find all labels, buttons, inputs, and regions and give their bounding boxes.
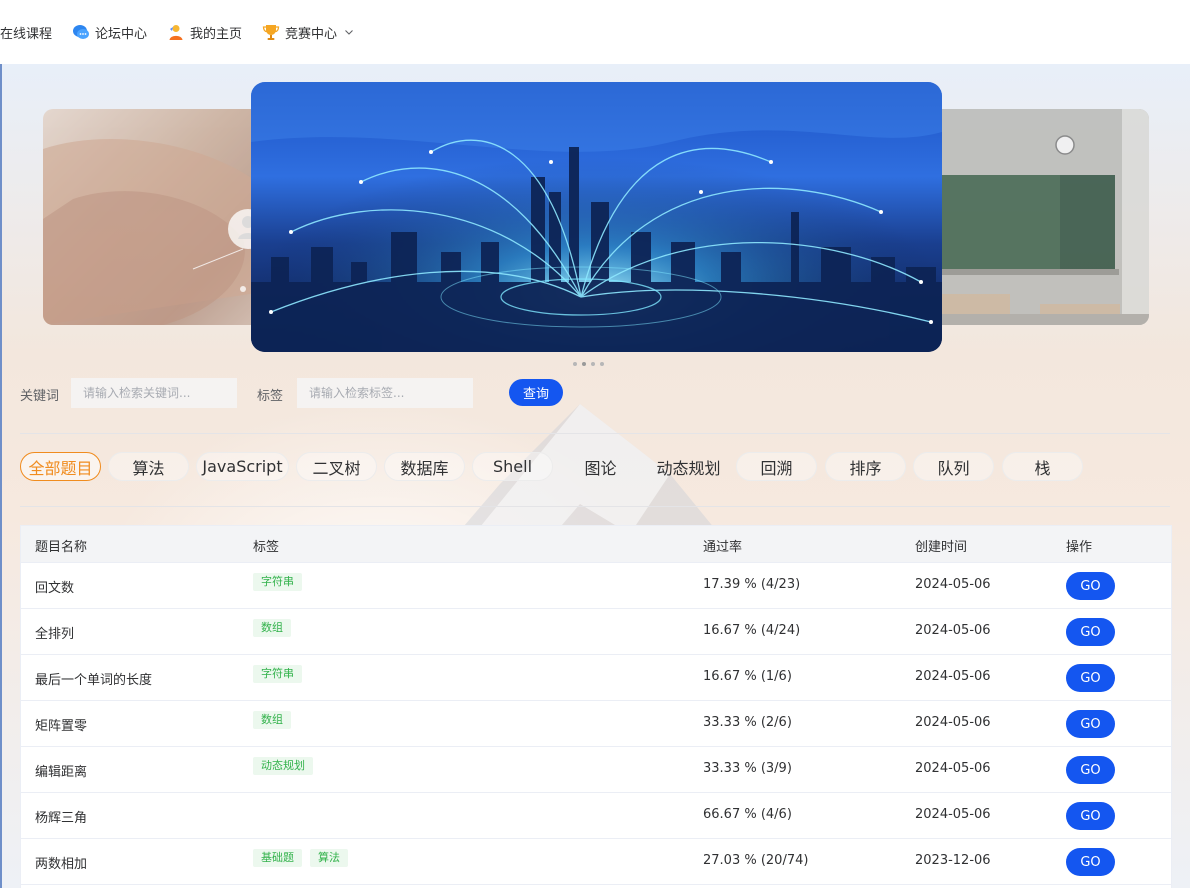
tag-chip: 基础题 — [253, 849, 302, 867]
table-row[interactable]: 回文数 字符串 17.39 % (4/23) 2024-05-06 GO — [21, 563, 1171, 609]
created-date: 2024-05-06 — [915, 715, 991, 730]
pass-rate: 16.67 % (4/24) — [703, 623, 801, 638]
pass-rate: 17.39 % (4/23) — [703, 577, 801, 592]
problem-tags: 数组 — [253, 619, 299, 637]
problem-name: 编辑距离 — [35, 765, 88, 780]
tag-filter-shell[interactable]: Shell — [472, 452, 553, 481]
table-row[interactable]: 矩阵置零 数组 33.33 % (2/6) 2024-05-06 GO — [21, 701, 1171, 747]
pass-rate: 16.67 % (1/6) — [703, 669, 792, 684]
go-button[interactable]: GO — [1066, 572, 1115, 600]
nav-item-courses[interactable]: 在线课程 — [0, 8, 52, 56]
tag-filter-backtracking[interactable]: 回溯 — [736, 452, 817, 481]
problem-table: 题目名称 标签 通过率 创建时间 操作 回文数 字符串 17.39 % (4/2… — [20, 525, 1172, 888]
tag-filter-javascript[interactable]: JavaScript — [196, 452, 289, 481]
go-button[interactable]: GO — [1066, 756, 1115, 784]
table-row[interactable]: 全排列 数组 16.67 % (4/24) 2024-05-06 GO — [21, 609, 1171, 655]
created-date: 2024-05-06 — [915, 577, 991, 592]
nav-item-homepage[interactable]: 我的主页 — [167, 8, 242, 56]
tag-chip: 字符串 — [253, 573, 302, 591]
problem-tags: 基础题 算法 — [253, 849, 356, 867]
trophy-icon — [262, 25, 280, 40]
pass-rate: 33.33 % (3/9) — [703, 761, 792, 776]
column-header-action: 操作 — [1066, 540, 1093, 555]
tag-filter-queue[interactable]: 队列 — [913, 452, 994, 481]
problem-name: 矩阵置零 — [35, 719, 88, 734]
tag-chip: 算法 — [310, 849, 348, 867]
tag-input[interactable] — [297, 378, 473, 408]
table-row[interactable]: 最后一个单词的长度 字符串 16.67 % (1/6) 2024-05-06 G… — [21, 655, 1171, 701]
tag-chip: 动态规划 — [253, 757, 313, 775]
tag-filter-graph-theory[interactable]: 图论 — [560, 452, 641, 481]
divider — [20, 433, 1170, 434]
table-row[interactable]: 两数相加 基础题 算法 27.03 % (20/74) 2023-12-06 GO — [21, 839, 1171, 885]
problem-tags: 数组 — [253, 711, 299, 729]
go-button[interactable]: GO — [1066, 710, 1115, 738]
user-icon — [169, 25, 183, 40]
problem-name: 全排列 — [35, 627, 75, 642]
nav-item-label: 在线课程 — [0, 26, 53, 42]
nav-item-forum[interactable]: 论坛中心 — [72, 8, 147, 56]
tag-filter-all[interactable]: 全部题目 — [20, 452, 101, 481]
column-header-created: 创建时间 — [915, 540, 968, 555]
tag-filter-binary-tree[interactable]: 二叉树 — [296, 452, 377, 481]
chat-bubbles-icon — [73, 25, 90, 39]
nav-item-label: 我的主页 — [190, 26, 243, 42]
tag-filter-bar: 全部题目 算法 JavaScript 二叉树 数据库 Shell 图论 动态规划… — [20, 452, 1170, 482]
go-button[interactable]: GO — [1066, 664, 1115, 692]
carousel-dot[interactable] — [600, 362, 604, 366]
pass-rate: 27.03 % (20/74) — [703, 853, 809, 868]
created-date: 2024-05-06 — [915, 761, 991, 776]
keyword-label: 关键词 — [20, 389, 60, 404]
pass-rate: 66.67 % (4/6) — [703, 807, 792, 822]
column-header-pass-rate: 通过率 — [703, 540, 743, 555]
tag-filter-stack[interactable]: 栈 — [1002, 452, 1083, 481]
problem-name: 最后一个单词的长度 — [35, 673, 153, 688]
problem-name: 杨辉三角 — [35, 811, 88, 826]
chevron-down-icon — [345, 30, 353, 35]
tag-chip: 字符串 — [253, 665, 302, 683]
tag-filter-database[interactable]: 数据库 — [384, 452, 465, 481]
search-form: 关键词 标签 查询 — [20, 378, 580, 408]
problem-name: 两数相加 — [35, 857, 88, 872]
keyword-input[interactable] — [71, 378, 237, 408]
nav-item-label: 竞赛中心 — [285, 26, 338, 42]
nav-item-contest[interactable]: 竞赛中心 — [262, 8, 354, 56]
page-left-border — [0, 64, 2, 888]
problem-name: 回文数 — [35, 581, 75, 596]
problem-tags: 字符串 — [253, 665, 310, 683]
column-header-name: 题目名称 — [35, 540, 88, 555]
table-row[interactable]: 编辑距离 动态规划 33.33 % (3/9) 2024-05-06 GO — [21, 747, 1171, 793]
query-button[interactable]: 查询 — [509, 379, 563, 406]
carousel-indicators — [573, 362, 604, 366]
problem-tags: 动态规划 — [253, 757, 321, 775]
carousel-dot[interactable] — [591, 362, 595, 366]
created-date: 2024-05-06 — [915, 623, 991, 638]
nav-item-label: 论坛中心 — [95, 26, 148, 42]
tag-filter-dynamic-programming[interactable]: 动态规划 — [648, 452, 729, 481]
tag-chip: 数组 — [253, 619, 291, 637]
created-date: 2023-12-06 — [915, 853, 991, 868]
table-row[interactable]: 杨辉三角 66.67 % (4/6) 2024-05-06 GO — [21, 793, 1171, 839]
table-header: 题目名称 标签 通过率 创建时间 操作 — [21, 526, 1171, 563]
tag-filter-sorting[interactable]: 排序 — [825, 452, 906, 481]
carousel-slide-active[interactable] — [251, 82, 942, 352]
carousel-dot[interactable] — [573, 362, 577, 366]
tag-label: 标签 — [257, 389, 284, 404]
tag-filter-algorithm[interactable]: 算法 — [108, 452, 189, 481]
top-nav: 在线课程 论坛中心 我的主页 竞赛中心 — [0, 0, 1190, 64]
go-button[interactable]: GO — [1066, 848, 1115, 876]
created-date: 2024-05-06 — [915, 807, 991, 822]
tag-chip: 数组 — [253, 711, 291, 729]
go-button[interactable]: GO — [1066, 618, 1115, 646]
problem-tags: 字符串 — [253, 573, 310, 591]
pass-rate: 33.33 % (2/6) — [703, 715, 792, 730]
divider — [20, 506, 1170, 507]
column-header-tags: 标签 — [253, 540, 280, 555]
go-button[interactable]: GO — [1066, 802, 1115, 830]
city-network-image — [251, 82, 942, 352]
created-date: 2024-05-06 — [915, 669, 991, 684]
carousel-dot-active[interactable] — [582, 362, 586, 366]
